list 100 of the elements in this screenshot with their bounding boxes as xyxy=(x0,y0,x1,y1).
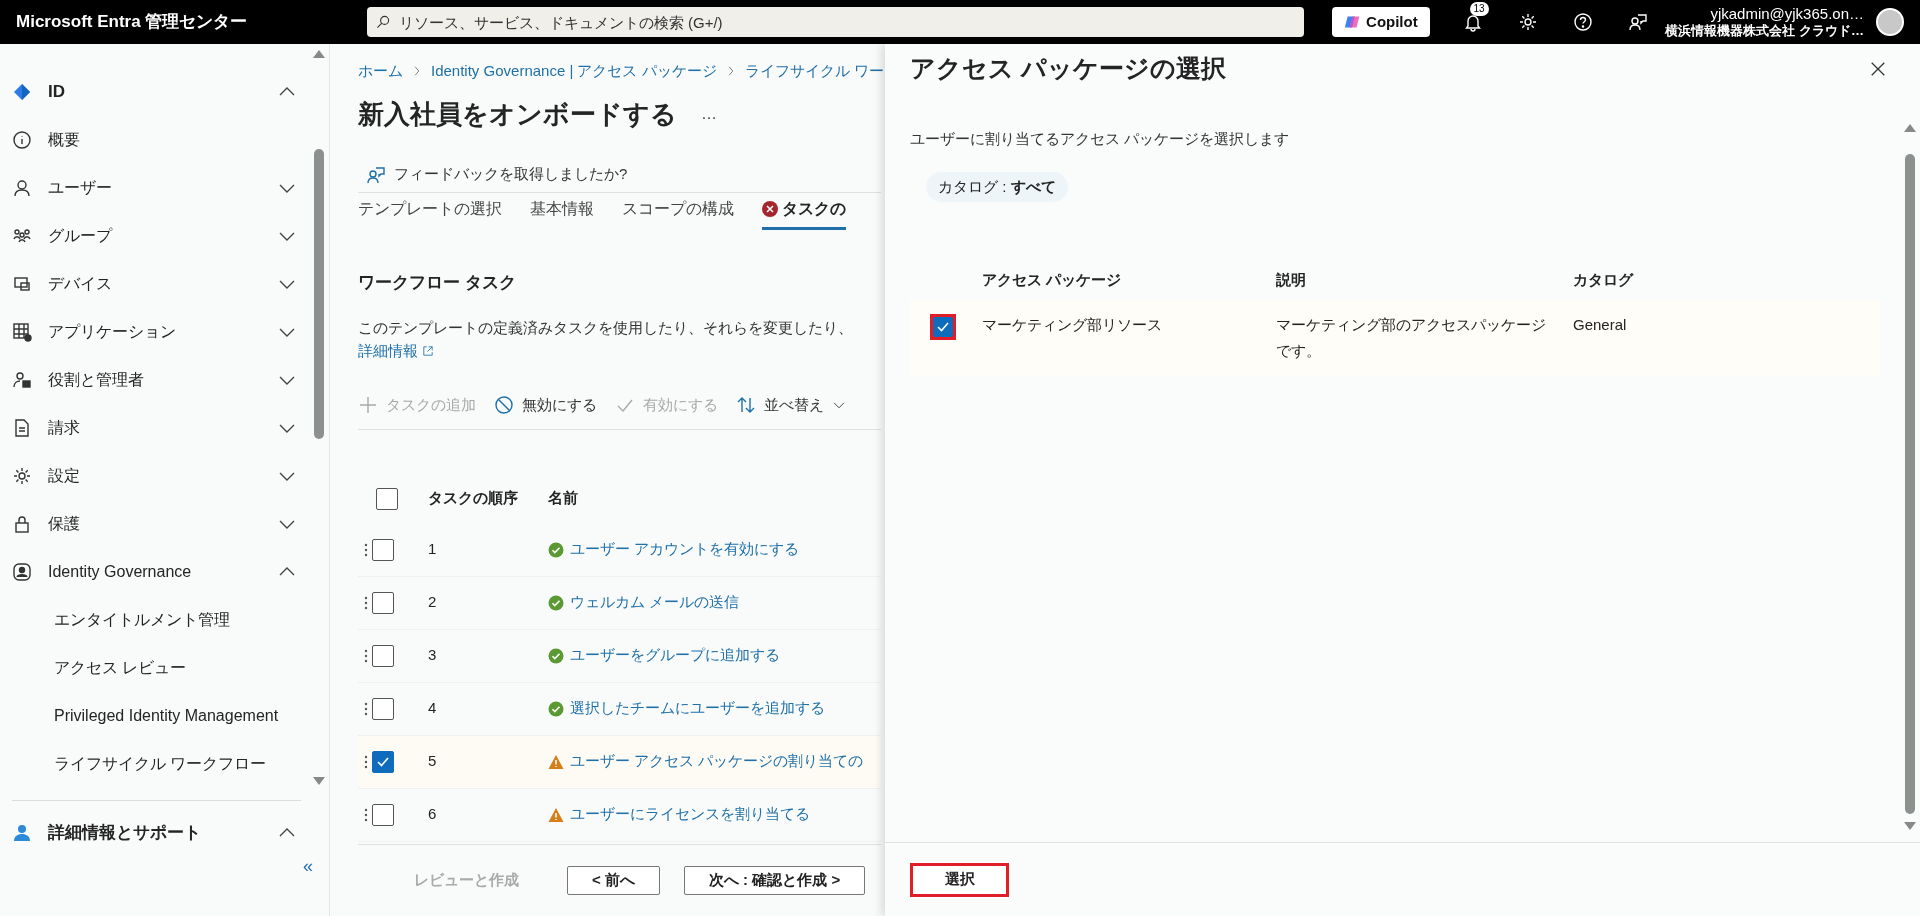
account-name[interactable]: yjkadmin@yjk365.on… xyxy=(1710,4,1864,24)
nav-item[interactable]: 設定 xyxy=(8,452,305,500)
drag-handle-icon xyxy=(364,648,368,663)
task-row[interactable]: 6 ユーザーにライセンスを割り当てる xyxy=(358,788,881,842)
info-icon xyxy=(12,130,32,150)
nav-section[interactable]: 詳細情報とサポート xyxy=(8,809,305,857)
nav-item[interactable]: ユーザー xyxy=(8,164,305,212)
column-header[interactable]: アクセス パッケージ xyxy=(982,268,1276,292)
wizard-tab[interactable]: テンプレートの選択 xyxy=(358,192,502,230)
page-title: 新入社員をオンボードする xyxy=(358,97,677,131)
governance-icon xyxy=(12,562,32,582)
nav-item[interactable]: アクセス レビュー xyxy=(8,644,305,692)
wizard-button[interactable]: < 前へ xyxy=(567,866,660,895)
scrollbar-thumb[interactable] xyxy=(314,149,324,439)
task-row[interactable]: 1 ユーザー アカウントを有効にする xyxy=(358,523,881,577)
nav-item[interactable]: デバイス xyxy=(8,260,305,308)
feedback-icon xyxy=(366,164,386,185)
scrollbar-thumb[interactable] xyxy=(1905,154,1915,814)
nav-item[interactable]: ライフサイクル ワークフロー xyxy=(8,740,305,788)
task-link[interactable]: ユーザーをグループに追加する xyxy=(570,644,780,667)
app-title[interactable]: Microsoft Entra 管理センター xyxy=(16,9,335,35)
nav-item[interactable]: グループ xyxy=(8,212,305,260)
task-order: 2 xyxy=(428,592,438,613)
checkbox[interactable] xyxy=(372,591,394,614)
checkbox[interactable] xyxy=(372,644,394,667)
wizard-tab[interactable]: スコープの構成 xyxy=(622,192,734,230)
apps-icon xyxy=(12,322,32,342)
column-header[interactable]: 説明 xyxy=(1276,268,1573,292)
lock-icon xyxy=(12,514,32,534)
notification-count: 13 xyxy=(1469,2,1489,16)
drag-handle-icon xyxy=(364,542,368,557)
drag-handle-icon xyxy=(364,807,368,822)
breadcrumb-link[interactable]: ライフサイクル ワー xyxy=(744,60,884,83)
nav-item[interactable]: 保護 xyxy=(8,500,305,548)
column-header[interactable]: タスクの順序 xyxy=(428,487,548,510)
nav-item[interactable]: 概要 xyxy=(8,116,305,164)
learn-more-link[interactable]: 詳細情報 xyxy=(358,339,434,362)
diamond-icon xyxy=(12,82,32,102)
column-header[interactable]: 名前 xyxy=(548,487,578,510)
package-row[interactable]: マーケティング部リソース マーケティング部のアクセスパッケージです。 General xyxy=(910,300,1880,376)
breadcrumb-link[interactable]: Identity Governance | アクセス パッケージ xyxy=(431,60,717,83)
copilot-button[interactable]: Copilot xyxy=(1332,7,1430,37)
nav-item[interactable]: アプリケーション xyxy=(8,308,305,356)
scroll-down-icon xyxy=(1904,822,1916,830)
external-link-icon xyxy=(422,344,434,357)
checkbox[interactable] xyxy=(376,487,398,510)
task-link[interactable]: 選択したチームにユーザーを追加する xyxy=(570,697,825,720)
feedback-link[interactable]: フィードバックを取得しましたか? xyxy=(394,163,628,186)
task-row[interactable]: 4 選択したチームにユーザーを追加する xyxy=(358,682,881,736)
person-badge-icon xyxy=(12,370,32,390)
drag-handle-icon xyxy=(364,754,368,769)
error-icon xyxy=(762,200,778,217)
blocked-icon xyxy=(494,395,514,416)
sort-button[interactable]: 並べ替え xyxy=(736,394,846,417)
task-row[interactable]: 3 ユーザーをグループに追加する xyxy=(358,629,881,683)
plus-icon xyxy=(358,395,378,416)
checkbox[interactable] xyxy=(372,697,394,720)
task-row[interactable]: 5 ユーザー アクセス パッケージの割り当ての xyxy=(358,735,881,789)
person-icon xyxy=(12,178,32,198)
checkmark-icon xyxy=(936,320,950,334)
bell-icon xyxy=(1463,12,1484,32)
section-title: ワークフロー タスク xyxy=(358,271,517,294)
nav-item[interactable]: Privileged Identity Management xyxy=(8,692,305,740)
collapse-button[interactable]: « xyxy=(303,857,313,875)
nav-section[interactable]: ID xyxy=(8,68,305,116)
nav-item[interactable]: Identity Governance xyxy=(8,548,305,596)
catalog-filter[interactable]: カタログ : すべて xyxy=(926,172,1068,202)
breadcrumb-link[interactable]: ホーム xyxy=(358,60,403,83)
select-button[interactable]: 選択 xyxy=(910,862,1009,897)
panel-title: アクセス パッケージの選択 xyxy=(910,53,1226,84)
wizard-tab[interactable]: タスクの xyxy=(762,192,846,230)
settings-icon xyxy=(12,466,32,486)
nav-item[interactable]: 役割と管理者 xyxy=(8,356,305,404)
task-order: 5 xyxy=(428,751,438,772)
search-field[interactable]: リソース、サービス、ドキュメントの検索 (G+/) xyxy=(366,7,1305,37)
wizard-tab[interactable]: 基本情報 xyxy=(530,192,594,230)
drag-handle-icon xyxy=(364,701,368,716)
checkbox[interactable] xyxy=(372,538,394,561)
organization-name: 横浜情報機器株式会社 クラウド… xyxy=(1665,23,1864,40)
avatar[interactable] xyxy=(1876,8,1904,36)
settings-icon xyxy=(1518,12,1539,32)
wizard-button[interactable]: 次へ : 確認と作成 > xyxy=(683,866,866,895)
feedback-icon xyxy=(1627,12,1648,32)
scroll-up-icon xyxy=(313,50,325,58)
more-button[interactable]: … xyxy=(701,102,717,126)
task-link[interactable]: ユーザー アクセス パッケージの割り当ての xyxy=(570,750,864,773)
column-header[interactable]: カタログ xyxy=(1573,268,1773,292)
checkbox[interactable] xyxy=(372,750,394,773)
checkbox[interactable] xyxy=(372,803,394,826)
task-row[interactable]: 2 ウェルカム メールの送信 xyxy=(358,576,881,630)
scroll-up-icon xyxy=(1904,124,1916,132)
nav-item[interactable]: エンタイトルメント管理 xyxy=(8,596,305,644)
document-icon xyxy=(12,418,32,438)
table-cell-text: General xyxy=(1573,315,1628,335)
task-link[interactable]: ユーザーにライセンスを割り当てる xyxy=(570,803,810,826)
disable-button[interactable]: 無効にする xyxy=(494,394,597,417)
task-link[interactable]: ユーザー アカウントを有効にする xyxy=(570,538,800,561)
nav-item[interactable]: 請求 xyxy=(8,404,305,452)
task-link[interactable]: ウェルカム メールの送信 xyxy=(570,591,740,614)
description: このテンプレートの定義済みタスクを使用したり、それらを変更したり、 xyxy=(358,318,854,338)
